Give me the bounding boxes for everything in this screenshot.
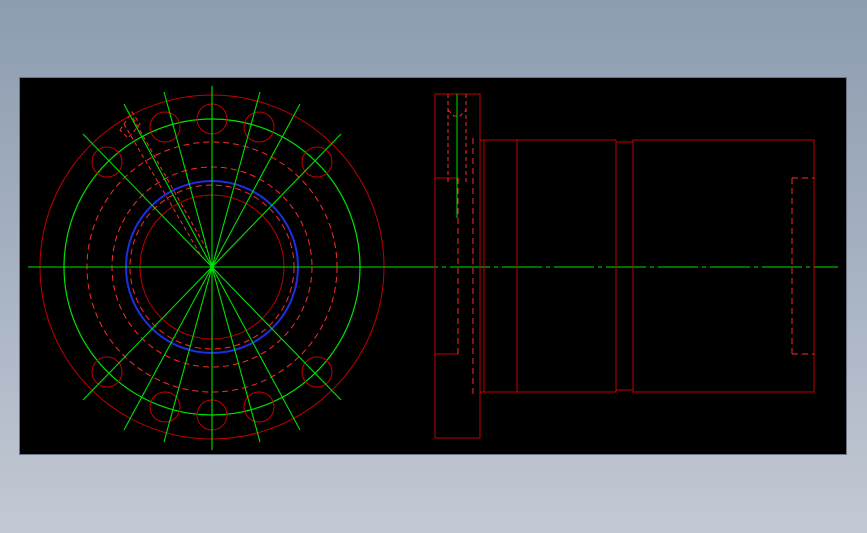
center-point <box>210 265 214 269</box>
body-section-1 <box>479 139 617 393</box>
lube-hole-edge-1 <box>123 123 201 255</box>
cad-drawing <box>28 86 838 450</box>
cad-drawing-canvas <box>20 78 846 454</box>
flange-hidden-lines <box>457 138 474 398</box>
body-section-2 <box>632 139 815 393</box>
seal-recess <box>791 177 814 355</box>
body-groove <box>615 141 634 391</box>
front-view <box>28 86 398 450</box>
side-view <box>398 93 838 439</box>
